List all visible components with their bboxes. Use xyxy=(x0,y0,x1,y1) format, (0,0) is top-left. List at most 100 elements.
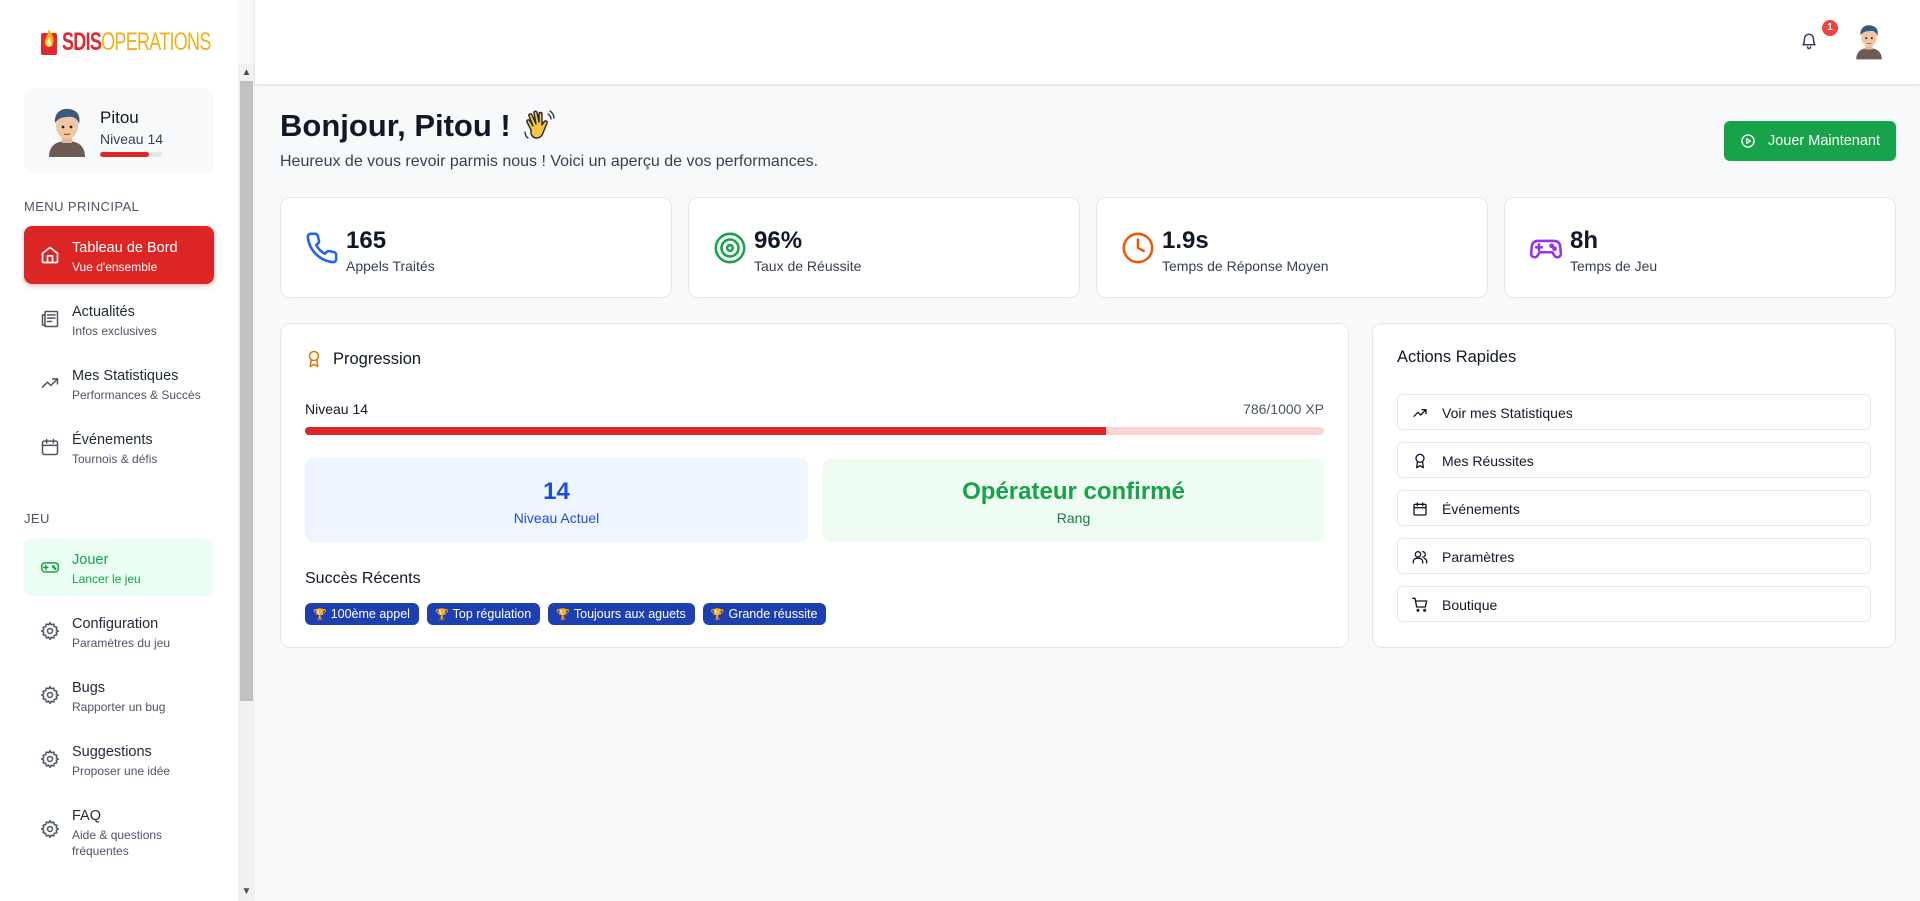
sidebar-item-events[interactable]: Événements Tournois & défis xyxy=(24,418,214,476)
action-label: Voir mes Statistiques xyxy=(1442,405,1573,421)
stat-card-play-time: 8h Temps de Jeu xyxy=(1504,197,1896,298)
greeting-text: Bonjour, Pitou ! xyxy=(280,108,511,143)
gear-icon xyxy=(40,685,60,705)
newspaper-icon xyxy=(41,310,59,328)
rank-box: Opérateur confirmé Rang xyxy=(823,458,1324,542)
scroll-up-icon[interactable]: ▲ xyxy=(241,67,252,78)
user-level-progress xyxy=(100,152,162,157)
progression-title: Progression xyxy=(333,350,422,368)
action-label: Mes Réussites xyxy=(1442,453,1534,469)
sidebar-item-suggestions[interactable]: Suggestions Proposer une idée xyxy=(24,730,214,788)
achievement-chip: 🏆 Top régulation xyxy=(426,603,541,625)
achievement-label: Grande réussite xyxy=(728,607,818,621)
sidebar-item-title: Jouer xyxy=(72,552,109,568)
stat-card-response-time: 1.9s Temps de Réponse Moyen xyxy=(1096,197,1488,298)
sidebar-item-title: Bugs xyxy=(72,680,106,696)
sidebar-scrollbar[interactable]: ▲ ▼ xyxy=(238,64,255,901)
progress-xp-label: 786/1000 XP xyxy=(1243,401,1324,417)
current-level-box: 14 Niveau Actuel xyxy=(305,458,808,542)
sidebar-item-subtitle: Performances & Succès xyxy=(72,388,201,402)
xp-progress-fill xyxy=(305,427,1106,435)
user-name: Pitou xyxy=(100,108,139,127)
sidebar-item-faq[interactable]: FAQ Aide & questions fréquentes xyxy=(24,794,214,864)
sidebar-item-title: Configuration xyxy=(72,616,159,632)
scrollbar-thumb[interactable] xyxy=(240,81,253,701)
brand-name: SDISOPERATIONS xyxy=(62,27,211,56)
clock-icon xyxy=(1122,232,1154,264)
achievement-chip: 🏆 100ème appel xyxy=(305,603,419,625)
sidebar-item-subtitle: Rapporter un bug xyxy=(72,700,166,714)
play-circle-icon xyxy=(1741,134,1755,148)
user-level-progress-fill xyxy=(100,152,149,157)
action-events[interactable]: Événements xyxy=(1397,490,1871,526)
target-icon xyxy=(714,232,746,264)
trophy-icon: 🏆 xyxy=(313,608,327,621)
action-label: Événements xyxy=(1442,501,1520,517)
user-card[interactable]: Pitou Niveau 14 xyxy=(24,88,214,174)
trophy-icon: 🏆 xyxy=(556,608,570,621)
sidebar-item-subtitle: Infos exclusives xyxy=(72,324,157,338)
sidebar-item-dashboard[interactable]: Tableau de Bord Vue d'ensemble xyxy=(24,226,214,284)
progression-panel: Progression Niveau 14 786/1000 XP 14 Niv… xyxy=(280,323,1349,648)
sidebar-item-title: Mes Statistiques xyxy=(72,368,179,384)
calendar-icon xyxy=(1413,502,1427,516)
trending-up-icon xyxy=(41,378,59,388)
rank-caption: Rang xyxy=(1056,510,1091,526)
sidebar-item-statistics[interactable]: Mes Statistiques Performances & Succès xyxy=(24,354,214,412)
action-shop[interactable]: Boutique xyxy=(1397,586,1871,622)
user-level: Niveau 14 xyxy=(100,131,164,147)
play-now-label: Jouer Maintenant xyxy=(1767,133,1881,149)
phone-icon xyxy=(306,232,338,264)
stat-value: 165 xyxy=(346,227,387,254)
action-label: Boutique xyxy=(1442,597,1498,613)
sidebar-item-title: Actualités xyxy=(72,304,135,320)
recent-success-title: Succès Récents xyxy=(305,570,421,587)
sidebar-item-title: FAQ xyxy=(72,808,102,824)
top-header xyxy=(255,0,1920,84)
action-achievements[interactable]: Mes Réussites xyxy=(1397,442,1871,478)
achievement-label: 100ème appel xyxy=(330,607,410,621)
achievement-list: 🏆 100ème appel 🏆 Top régulation 🏆 Toujours … xyxy=(305,603,827,625)
trophy-icon: 🏆 xyxy=(434,608,449,621)
sidebar-item-subtitle: Paramètres du jeu xyxy=(72,636,171,650)
achievement-label: Toujours aux aguets xyxy=(573,607,686,621)
gamepad-icon xyxy=(40,562,60,573)
stat-value: 8h xyxy=(1570,227,1599,254)
stat-label: Taux de Réussite xyxy=(754,258,862,274)
gear-icon xyxy=(40,621,60,641)
action-settings[interactable]: Paramètres xyxy=(1397,538,1871,574)
sidebar-item-subtitle: Lancer le jeu xyxy=(72,572,141,586)
gear-icon xyxy=(40,819,60,839)
avatar[interactable] xyxy=(1852,20,1886,62)
sidebar-item-subtitle: Tournois & défis xyxy=(72,452,158,466)
sidebar-item-title: Suggestions xyxy=(72,744,152,760)
achievement-label: Top régulation xyxy=(452,607,532,621)
scroll-down-icon[interactable]: ▼ xyxy=(241,886,252,897)
sidebar-item-news[interactable]: Actualités Infos exclusives xyxy=(24,290,214,348)
award-icon xyxy=(1415,453,1425,469)
action-label: Paramètres xyxy=(1442,549,1515,565)
stat-label: Temps de Jeu xyxy=(1570,258,1658,274)
stat-label: Temps de Réponse Moyen xyxy=(1162,258,1329,274)
sidebar-item-bugs[interactable]: Bugs Rapporter un bug xyxy=(24,666,214,724)
flame-logo-icon xyxy=(41,29,57,55)
page-subtitle: Heureux de vous revoir parmis nous ! Voi… xyxy=(280,153,819,170)
sidebar-item-configuration[interactable]: Configuration Paramètres du jeu xyxy=(24,602,214,660)
bell-icon[interactable] xyxy=(1800,32,1818,50)
action-view-statistics[interactable]: Voir mes Statistiques xyxy=(1397,394,1871,430)
sidebar-item-play[interactable]: Jouer Lancer le jeu xyxy=(24,538,214,596)
brand-logo[interactable]: SDISOPERATIONS xyxy=(40,26,268,58)
notification-badge: 1 xyxy=(1822,20,1838,36)
current-level-value: 14 xyxy=(543,478,570,505)
sidebar-item-title: Tableau de Bord xyxy=(72,240,178,256)
users-icon xyxy=(1412,551,1428,564)
progress-level-label: Niveau 14 xyxy=(305,401,369,417)
stat-label: Appels Traités xyxy=(346,258,435,274)
achievement-chip: 🏆 Toujours aux aguets xyxy=(548,603,695,625)
stat-card-calls: 165 Appels Traités xyxy=(280,197,672,298)
stat-value: 96% xyxy=(754,227,803,254)
award-icon xyxy=(308,350,320,368)
trending-up-icon xyxy=(1413,409,1427,417)
play-now-button[interactable]: Jouer Maintenant xyxy=(1724,121,1896,161)
section-label-game: JEU xyxy=(24,511,50,526)
